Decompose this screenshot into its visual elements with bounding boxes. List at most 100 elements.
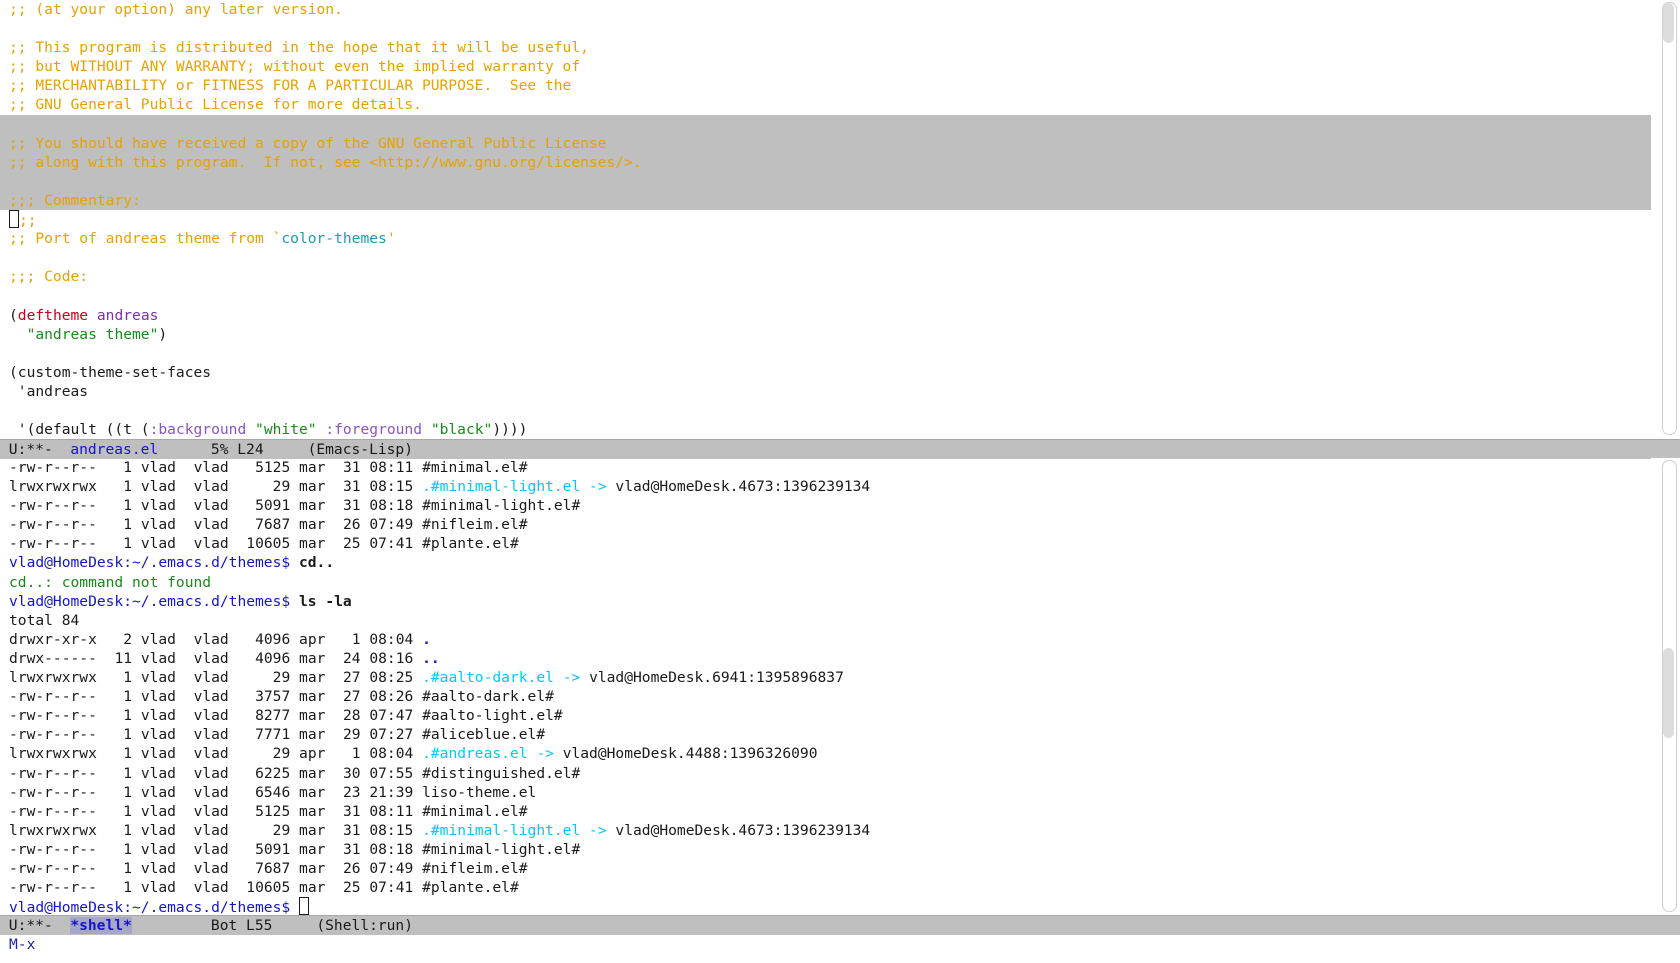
ls-n: 1	[105, 802, 133, 820]
ls-n: 1	[105, 497, 133, 515]
ls-filename: .#aalto-dark.el	[422, 669, 554, 687]
shell-prompt: vlad@HomeDesk:~/.emacs.d/themes$	[9, 899, 291, 915]
editor-scrollbar[interactable]	[1651, 0, 1680, 439]
ls-n: 1	[105, 535, 133, 553]
code-line: ;; but WITHOUT ANY WARRANTY; without eve…	[9, 58, 581, 76]
keyword: deftheme	[17, 306, 89, 324]
ls-perm: lrwxrwxrwx	[9, 745, 97, 763]
ls-time: 07:49	[369, 859, 414, 877]
ls-size: 5091	[237, 840, 291, 858]
ls-day: 31	[342, 478, 361, 496]
ls-row: drwxr-xr-x 2 vlad vlad 4096 apr 1 08:04 …	[0, 630, 1651, 649]
ls-perm: lrwxrwxrwx	[9, 478, 97, 496]
selected-line: ;; along with this program. If not, see …	[0, 152, 1651, 172]
ls-row: -rw-r--r-- 1 vlad vlad 5091 mar 31 08:18…	[0, 840, 1651, 859]
ls-u: vlad	[140, 821, 185, 839]
ls-n: 1	[105, 821, 133, 839]
scrollbar-thumb[interactable]	[1663, 648, 1674, 738]
ls-day: 23	[342, 783, 361, 801]
symlink-arrow: ->	[589, 478, 607, 496]
ls-mon: mar	[299, 726, 335, 744]
shell-window[interactable]: -rw-r--r-- 1 vlad vlad 5125 mar 31 08:11…	[0, 458, 1651, 915]
ls-day: 29	[342, 726, 361, 744]
ls-size: 3757	[237, 688, 291, 706]
ls-mon: mar	[299, 497, 335, 515]
ls-g: vlad	[193, 879, 229, 897]
ls-total: total 84	[9, 611, 80, 629]
ls-row: -rw-r--r-- 1 vlad vlad 6546 mar 23 21:39…	[0, 783, 1651, 802]
shell-input-line[interactable]: vlad@HomeDesk:~/.emacs.d/themes$	[0, 897, 1651, 915]
ls-filename: #plante.el#	[422, 535, 519, 553]
ls-g: vlad	[193, 726, 229, 744]
ls-u: vlad	[140, 745, 185, 763]
ls-size: 6225	[237, 764, 291, 782]
ls-listing: -rw-r--r-- 1 vlad vlad 5125 mar 31 08:11…	[0, 458, 1651, 553]
modeline-mode[interactable]: (Shell:run)	[316, 917, 413, 934]
ls-perm: -rw-r--r--	[9, 459, 97, 476]
ls-time: 08:04	[369, 745, 414, 763]
ls-perm: -rw-r--r--	[9, 535, 97, 553]
ls-u: vlad	[140, 649, 185, 667]
shell-error: cd..: command not found	[9, 573, 212, 591]
modeline-mode[interactable]: (Emacs-Lisp)	[308, 441, 413, 458]
ls-u: vlad	[140, 459, 185, 476]
editor-window[interactable]: ;; (at your option) any later version. ;…	[0, 0, 1651, 439]
scrollbar-thumb[interactable]	[1663, 3, 1674, 43]
ls-mon: mar	[299, 764, 335, 782]
ls-perm: -rw-r--r--	[9, 707, 97, 725]
ls-size: 10605	[237, 879, 291, 897]
ls-row: -rw-r--r-- 1 vlad vlad 7771 mar 29 07:27…	[0, 725, 1651, 744]
ls-size: 5125	[237, 802, 291, 820]
selected-line: ;; You should have received a copy of th…	[0, 133, 1651, 153]
ls-n: 1	[105, 783, 133, 801]
ls-g: vlad	[193, 821, 229, 839]
ls-day: 27	[342, 688, 361, 706]
ls-mon: apr	[299, 745, 335, 763]
code-line: (deftheme andreas	[0, 306, 1651, 325]
ls-day: 30	[342, 764, 361, 782]
symlink-target: vlad@HomeDesk.4488:1396326090	[562, 745, 818, 763]
ls-mon: mar	[299, 535, 335, 553]
ls-n: 1	[105, 516, 133, 534]
ls-mon: mar	[299, 459, 335, 476]
ls-size: 4096	[237, 649, 291, 667]
ls-time: 08:18	[369, 497, 414, 515]
ls-n: 2	[105, 630, 133, 648]
ls-filename: #plante.el#	[422, 879, 519, 897]
modeline-editor: U:**- andreas.el 5% L24 (Emacs-Lisp)	[0, 439, 1680, 459]
code: '(default ((t (	[9, 421, 150, 439]
ls-filename: #aliceblue.el#	[422, 726, 546, 744]
ls-mon: mar	[299, 478, 335, 496]
ls-size: 8277	[237, 707, 291, 725]
ls-size: 4096	[237, 630, 291, 648]
shell-prompt-line: vlad@HomeDesk:~/.emacs.d/themes$ ls -la	[0, 592, 1651, 611]
ls-size: 5125	[237, 459, 291, 476]
shell-command: cd..	[298, 554, 335, 572]
modeline-buffer-name[interactable]: *shell*	[70, 917, 132, 934]
ls-day: 26	[342, 859, 361, 877]
code-line: ;; (at your option) any later version.	[9, 1, 343, 18]
ls-day: 31	[342, 459, 361, 476]
ls-row: lrwxrwxrwx 1 vlad vlad 29 mar 27 08:25 .…	[0, 668, 1651, 687]
ls-day: 31	[342, 821, 361, 839]
ls-size: 29	[237, 478, 291, 496]
string: "black"	[430, 421, 493, 439]
minibuffer[interactable]: M-x	[0, 935, 1680, 955]
scrollbar-track[interactable]	[1662, 2, 1677, 435]
modeline-buffer-name[interactable]: andreas.el	[70, 441, 158, 458]
text-cursor	[298, 897, 309, 915]
ls-g: vlad	[193, 649, 229, 667]
ls-u: vlad	[140, 669, 185, 687]
ls-filename: #aalto-light.el#	[422, 707, 563, 725]
ls-perm: -rw-r--r--	[9, 859, 97, 877]
ls-u: vlad	[140, 783, 185, 801]
ls-n: 1	[105, 764, 133, 782]
ls-perm: lrwxrwxrwx	[9, 669, 97, 687]
ls-filename: .#minimal-light.el	[422, 478, 581, 496]
modeline-status: U:**-	[8, 917, 53, 934]
ls-time: 07:41	[369, 879, 414, 897]
ls-g: vlad	[193, 459, 229, 476]
ls-row: -rw-r--r-- 1 vlad vlad 7687 mar 26 07:49…	[0, 515, 1651, 534]
shell-scrollbar[interactable]	[1651, 458, 1680, 915]
